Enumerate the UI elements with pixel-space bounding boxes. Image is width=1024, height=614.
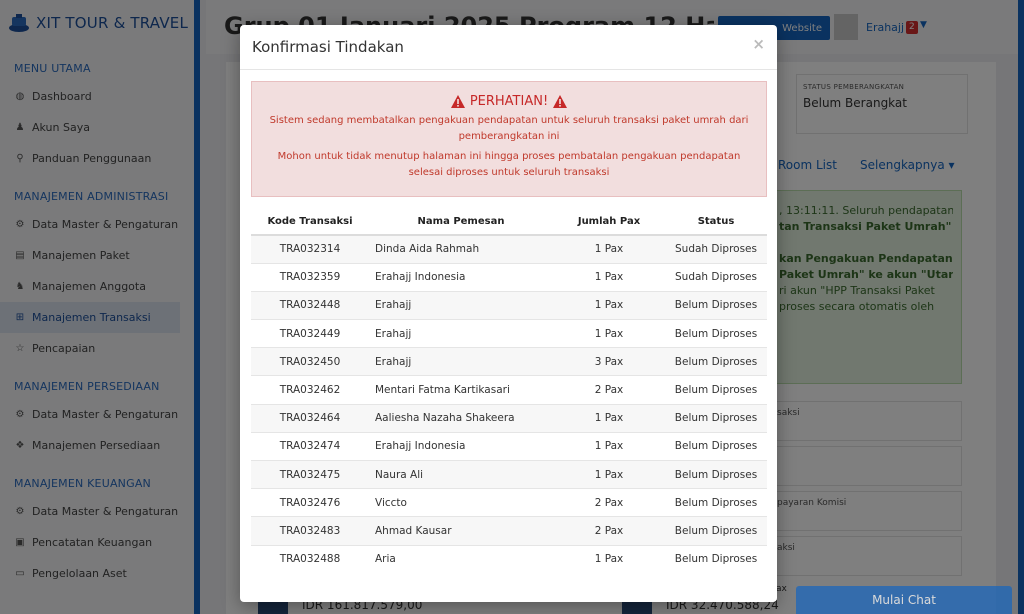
alert-text-1: Sistem sedang membatalkan pengakuan pend… <box>269 115 749 142</box>
transaction-code: TRA032475 <box>251 459 369 489</box>
customer-name: Erahajj Indonesia <box>369 431 553 461</box>
status-cell: Belum Diproses <box>665 459 767 489</box>
pax-count: 2 Pax <box>553 375 665 405</box>
alert-title-text: PERHATIAN! <box>469 94 549 109</box>
customer-name: Erahajj Indonesia <box>369 262 553 292</box>
table-row: TRA032483 Ahmad Kausar 2 Pax Belum Diproses <box>251 516 767 546</box>
status-cell: Belum Diproses <box>665 516 767 546</box>
alert-title: PERHATIAN! <box>252 94 766 109</box>
customer-name: Naura Ali <box>369 459 553 489</box>
pax-count: 1 Pax <box>553 262 665 292</box>
pax-count: 1 Pax <box>553 459 665 489</box>
pax-count: 1 Pax <box>553 234 665 264</box>
warning-icon <box>553 95 568 108</box>
customer-name: Viccto <box>369 488 553 517</box>
table-row: TRA032449 Erahajj 1 Pax Belum Diproses <box>251 319 767 348</box>
status-cell: Belum Diproses <box>665 347 767 376</box>
pax-count: 2 Pax <box>553 516 665 546</box>
column-header: Kode Transaksi <box>251 209 369 236</box>
transaction-code: TRA032476 <box>251 488 369 517</box>
column-header: Jumlah Pax <box>553 209 665 236</box>
warning-alert: PERHATIAN! Sistem sedang membatalkan pen… <box>251 81 767 197</box>
pax-count: 1 Pax <box>553 431 665 461</box>
customer-name: Mentari Fatma Kartikasari <box>369 375 553 405</box>
customer-name: Erahajj <box>369 319 553 348</box>
table-row: TRA032488 Aria 1 Pax Belum Diproses <box>251 544 767 574</box>
pax-count: 1 Pax <box>553 544 665 574</box>
table-row: TRA032450 Erahajj 3 Pax Belum Diproses <box>251 347 767 376</box>
transactions-table: Kode Transaksi Nama Pemesan Jumlah Pax S… <box>251 209 767 574</box>
table-row: TRA032462 Mentari Fatma Kartikasari 2 Pax B… <box>251 375 767 405</box>
customer-name: Aria <box>369 544 553 574</box>
table-row: TRA032448 Erahajj 1 Pax Belum Diproses <box>251 290 767 320</box>
status-cell: Sudah Diproses <box>665 262 767 292</box>
status-cell: Belum Diproses <box>665 431 767 461</box>
status-cell: Sudah Diproses <box>665 234 767 264</box>
transaction-code: TRA032314 <box>251 234 369 264</box>
table-header-row: Kode Transaksi Nama Pemesan Jumlah Pax S… <box>251 209 767 236</box>
customer-name: Erahajj <box>369 290 553 320</box>
customer-name: Dinda Aida Rahmah <box>369 234 553 264</box>
status-cell: Belum Diproses <box>665 403 767 433</box>
start-chat-button[interactable]: Mulai Chat <box>796 586 1012 614</box>
customer-name: Ahmad Kausar <box>369 516 553 546</box>
modal-header: Konfirmasi Tindakan × <box>240 25 777 70</box>
table-row: TRA032474 Erahajj Indonesia 1 Pax Belum Dip… <box>251 431 767 461</box>
table-row: TRA032359 Erahajj Indonesia 1 Pax Sudah Dip… <box>251 262 767 292</box>
status-cell: Belum Diproses <box>665 544 767 574</box>
column-header: Nama Pemesan <box>369 209 553 236</box>
pax-count: 2 Pax <box>553 488 665 517</box>
customer-name: Erahajj <box>369 347 553 376</box>
alert-text-2: Mohon untuk tidak menutup halaman ini hi… <box>277 151 741 178</box>
status-cell: Belum Diproses <box>665 290 767 320</box>
confirmation-modal: Konfirmasi Tindakan × PERHATIAN! Sistem … <box>240 25 777 602</box>
table-row: TRA032314 Dinda Aida Rahmah 1 Pax Sudah Dip… <box>251 234 767 264</box>
customer-name: Aaliesha Nazaha Shakeera <box>369 403 553 433</box>
close-icon[interactable]: × <box>752 35 765 53</box>
transaction-code: TRA032450 <box>251 347 369 376</box>
pax-count: 1 Pax <box>553 290 665 320</box>
table-row: TRA032476 Viccto 2 Pax Belum Diproses <box>251 488 767 517</box>
transaction-code: TRA032448 <box>251 290 369 320</box>
transaction-code: TRA032462 <box>251 375 369 405</box>
transaction-code: TRA032359 <box>251 262 369 292</box>
status-cell: Belum Diproses <box>665 319 767 348</box>
transaction-code: TRA032449 <box>251 319 369 348</box>
status-cell: Belum Diproses <box>665 375 767 405</box>
column-header: Status <box>665 209 767 236</box>
transaction-code: TRA032464 <box>251 403 369 433</box>
table-row: TRA032464 Aaliesha Nazaha Shakeera 1 Pax Be… <box>251 403 767 433</box>
pax-count: 1 Pax <box>553 403 665 433</box>
transaction-code: TRA032483 <box>251 516 369 546</box>
status-cell: Belum Diproses <box>665 488 767 517</box>
table-body: TRA032314 Dinda Aida Rahmah 1 Pax Sudah Dip… <box>251 234 767 574</box>
pax-count: 1 Pax <box>553 319 665 348</box>
pax-count: 3 Pax <box>553 347 665 376</box>
warning-icon <box>450 95 465 108</box>
transaction-code: TRA032474 <box>251 431 369 461</box>
transaction-code: TRA032488 <box>251 544 369 574</box>
table-row: TRA032475 Naura Ali 1 Pax Belum Diproses <box>251 459 767 489</box>
modal-title: Konfirmasi Tindakan <box>252 38 404 56</box>
